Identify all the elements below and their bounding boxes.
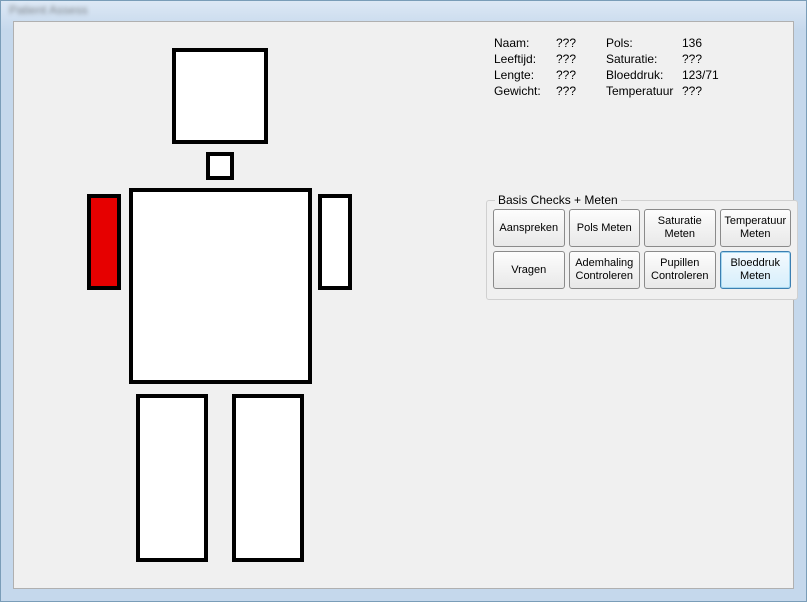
body-left-leg[interactable] <box>136 394 208 562</box>
value-bloeddruk: 123/71 <box>682 68 722 82</box>
ademhaling-controleren-button[interactable]: Ademhaling Controleren <box>569 251 641 289</box>
temperatuur-meten-button[interactable]: Temperatuur Meten <box>720 209 792 247</box>
app-window: Patient Assess Naam: ??? Pols: 136 Leeft… <box>0 0 807 602</box>
window-title: Patient Assess <box>9 3 88 17</box>
bloeddruk-meten-button[interactable]: Bloeddruk Meten <box>720 251 792 289</box>
patient-info: Naam: ??? Pols: 136 Leeftijd: ??? Satura… <box>494 36 794 98</box>
aanspreken-button[interactable]: Aanspreken <box>493 209 565 247</box>
value-temperatuur: ??? <box>682 84 722 98</box>
body-figure <box>14 22 444 582</box>
body-torso[interactable] <box>129 188 312 384</box>
value-naam: ??? <box>556 36 606 50</box>
body-right-leg[interactable] <box>232 394 304 562</box>
value-saturatie: ??? <box>682 52 722 66</box>
pols-meten-button[interactable]: Pols Meten <box>569 209 641 247</box>
body-left-upper-arm[interactable] <box>87 194 121 290</box>
body-right-upper-arm[interactable] <box>318 194 352 290</box>
button-row-1: Aanspreken Pols Meten Saturatie Meten Te… <box>493 209 791 247</box>
button-row-2: Vragen Ademhaling Controleren Pupillen C… <box>493 251 791 289</box>
group-title: Basis Checks + Meten <box>495 193 621 207</box>
label-pols: Pols: <box>606 36 682 50</box>
pupillen-controleren-button[interactable]: Pupillen Controleren <box>644 251 716 289</box>
label-temperatuur: Temperatuur <box>606 84 682 98</box>
value-gewicht: ??? <box>556 84 606 98</box>
body-head[interactable] <box>172 48 268 144</box>
value-pols: 136 <box>682 36 722 50</box>
checks-group: Basis Checks + Meten Aanspreken Pols Met… <box>486 200 798 300</box>
window-titlebar: Patient Assess <box>1 1 806 15</box>
vragen-button[interactable]: Vragen <box>493 251 565 289</box>
label-leeftijd: Leeftijd: <box>494 52 556 66</box>
label-gewicht: Gewicht: <box>494 84 556 98</box>
body-neck[interactable] <box>206 152 234 180</box>
value-leeftijd: ??? <box>556 52 606 66</box>
label-saturatie: Saturatie: <box>606 52 682 66</box>
label-naam: Naam: <box>494 36 556 50</box>
label-bloeddruk: Bloeddruk: <box>606 68 682 82</box>
label-lengte: Lengte: <box>494 68 556 82</box>
saturatie-meten-button[interactable]: Saturatie Meten <box>644 209 716 247</box>
value-lengte: ??? <box>556 68 606 82</box>
content-panel: Naam: ??? Pols: 136 Leeftijd: ??? Satura… <box>13 21 794 589</box>
